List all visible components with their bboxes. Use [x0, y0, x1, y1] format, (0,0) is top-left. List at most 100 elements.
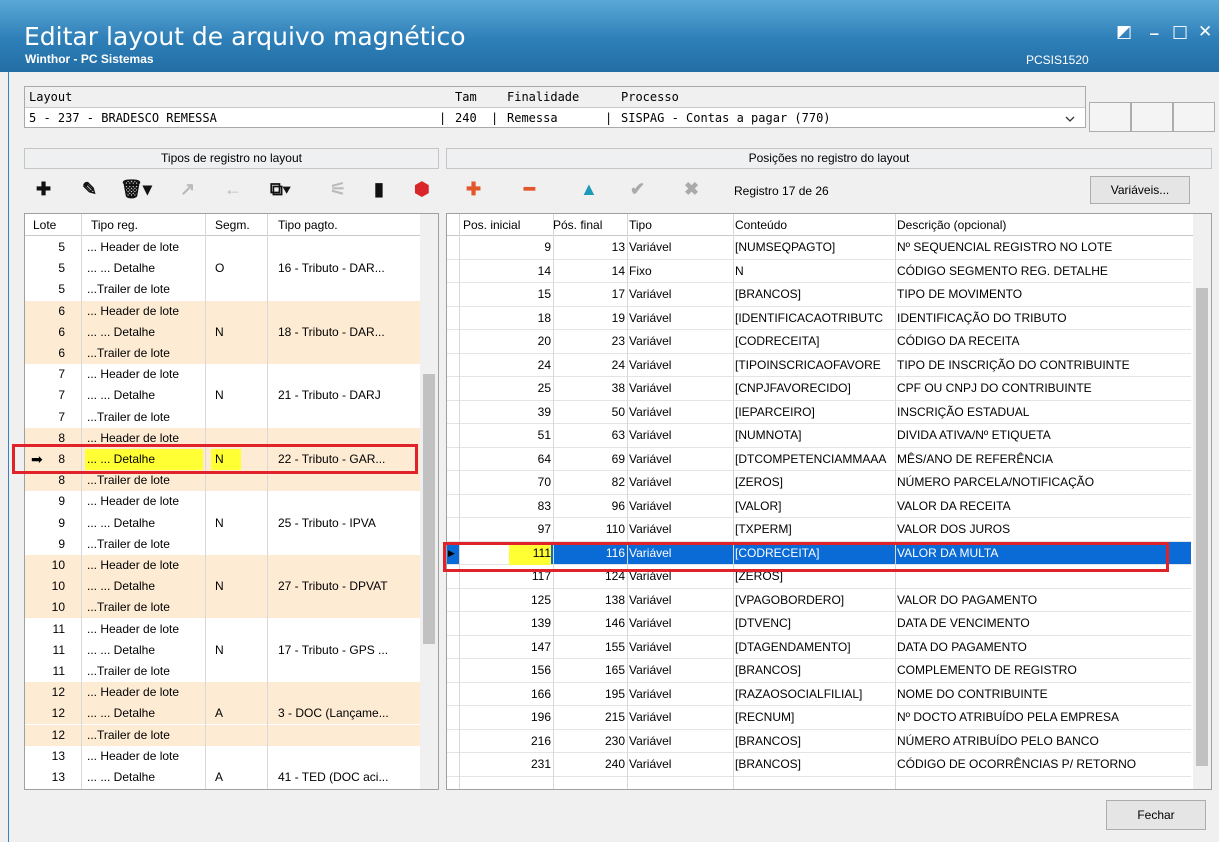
record-type-row[interactable]: 6 ... ... Detalhe N 18 - Tributo - DAR... [25, 321, 420, 343]
close-window-button[interactable]: ✕ [1198, 22, 1212, 42]
position-row[interactable]: 20 23 Variável [CODRECEITA] CÓDIGO DA RECEIT… [447, 330, 1191, 354]
record-type-row[interactable]: 13 ... ... Detalhe A 41 - TED (DOC aci... [25, 767, 420, 788]
cell-lote: 9 [58, 515, 65, 530]
col-pos-final[interactable]: Pós. final [553, 218, 602, 232]
minimize-button[interactable]: _ [1150, 16, 1159, 36]
toolbar-button-2[interactable] [1131, 102, 1173, 132]
col-tipo[interactable]: Tipo [629, 218, 652, 232]
move-up-icon[interactable]: ▲ [580, 179, 598, 199]
cell-ini: 97 [537, 522, 551, 536]
record-type-row[interactable]: 9 ... ... Detalhe N 25 - Tributo - IPVA [25, 513, 420, 534]
tree-icon[interactable]: ⚟ [330, 179, 346, 199]
remove-position-icon[interactable]: ━ [524, 179, 535, 199]
add-position-icon[interactable]: ✚ [466, 179, 481, 199]
record-type-row[interactable]: 7 ... Header de lote [25, 364, 420, 385]
right-scrollbar-thumb[interactable] [1196, 288, 1208, 766]
cell-ini: 64 [537, 451, 551, 466]
record-type-row[interactable]: 5 ... ... Detalhe O 16 - Tributo - DAR... [25, 258, 420, 279]
record-type-row[interactable]: 10 ... ... Detalhe N 27 - Tributo - DPVAT [25, 576, 420, 598]
position-row[interactable]: 196 215 Variável [RECNUM] Nº DOCTO ATRIBUÍDO… [447, 706, 1191, 730]
positions-grid[interactable]: Pos. inicial Pós. final Tipo Conteúdo De… [446, 213, 1212, 790]
cancel-icon[interactable]: ✖ [684, 179, 699, 199]
cell-segm: A [215, 706, 224, 721]
cell-desc: DATA DO PAGAMENTO [897, 639, 1027, 654]
record-type-row[interactable]: 10 ...Trailer de lote [25, 597, 420, 619]
record-type-row[interactable]: 10 ... Header de lote [25, 555, 420, 576]
cell-cont: [CNPJFAVORECIDO] [735, 381, 851, 395]
confirm-icon[interactable]: ✔ [630, 179, 645, 199]
toolbar-button-1[interactable] [1089, 102, 1131, 132]
col-conteudo[interactable]: Conteúdo [735, 218, 787, 232]
cell-fim: 13 [611, 240, 625, 254]
position-row[interactable]: 64 69 Variável [DTCOMPETENCIAMMAAA MÊS/ANO D… [447, 448, 1191, 471]
record-types-grid[interactable]: Lote Tipo reg. Segm. Tipo pagto. 5 ... He… [24, 213, 439, 790]
delete-icon[interactable]: 🗑▾ [120, 179, 152, 199]
record-type-row[interactable]: 6 ...Trailer de lote [25, 343, 420, 364]
position-row[interactable]: 9 13 Variável [NUMSEQPAGTO] Nº SEQUENCIAL RE… [447, 236, 1191, 260]
cell-lote: 13 [51, 748, 65, 763]
copy-icon[interactable]: ⧉▾ [270, 179, 290, 199]
position-row[interactable]: 51 63 Variável [NUMNOTA] DIVIDA ATIVA/Nº ETI… [447, 424, 1191, 448]
left-scrollbar[interactable] [420, 214, 438, 789]
toolbar-button-3[interactable] [1173, 102, 1215, 132]
col-tipo-reg[interactable]: Tipo reg. [91, 218, 138, 232]
cell-tipo: ... Header de lote [87, 494, 180, 509]
position-row[interactable]: 39 50 Variável [IEPARCEIRO] INSCRIÇÃO ESTADU… [447, 401, 1191, 424]
cell-segm: N [215, 388, 224, 403]
position-row[interactable]: 156 165 Variável [BRANCOS] COMPLEMENTO DE RE… [447, 659, 1191, 683]
position-row[interactable]: 125 138 Variável [VPAGOBORDERO] VALOR DO PAG… [447, 589, 1191, 612]
position-row[interactable]: 166 195 Variável [RAZAOSOCIALFILIAL] NOME DO… [447, 683, 1191, 706]
record-type-row[interactable]: 12 ... ... Detalhe A 3 - DOC (Lançame... [25, 703, 420, 725]
back-icon[interactable]: ← [224, 179, 242, 199]
col-descricao[interactable]: Descrição (opcional) [897, 218, 1006, 232]
processo-value: SISPAG - Contas a pagar (770) [621, 111, 831, 125]
position-row[interactable]: 139 146 Variável [DTVENC] DATA DE VENCIMENTO [447, 612, 1191, 636]
alert-icon[interactable]: ⬢ [414, 179, 430, 199]
left-scrollbar-thumb[interactable] [423, 374, 435, 644]
cell-tipo: Variável [629, 686, 672, 701]
cell-cont: [ZEROS] [735, 475, 784, 489]
close-button[interactable]: Fechar [1106, 800, 1206, 830]
record-type-row[interactable]: 11 ...Trailer de lote [25, 661, 420, 682]
position-row[interactable]: 147 155 Variável [DTAGENDAMENTO] DATA DO PAG… [447, 636, 1191, 659]
record-type-row[interactable]: 5 ...Trailer de lote [25, 279, 420, 300]
position-row[interactable]: 18 19 Variável [IDENTIFICACAOTRIBUTC IDENTIF… [447, 307, 1191, 330]
record-type-row[interactable]: 9 ... Header de lote [25, 491, 420, 512]
record-type-row[interactable]: 7 ... ... Detalhe N 21 - Tributo - DARJ [25, 385, 420, 406]
record-type-row[interactable]: 6 ... Header de lote [25, 300, 420, 322]
position-row[interactable]: 70 82 Variável [ZEROS] NÚMERO PARCELA/NOTIFI… [447, 471, 1191, 495]
cell-tipo: Variável [629, 357, 672, 372]
edit-icon[interactable]: ✎ [82, 179, 97, 199]
position-row[interactable]: 83 96 Variável [VALOR] VALOR DA RECEITA [447, 495, 1191, 518]
maximize-button[interactable]: □ [1172, 22, 1188, 42]
position-row[interactable]: 97 110 Variável [TXPERM] VALOR DOS JUROS [447, 518, 1191, 542]
position-row[interactable]: 14 14 Fixo N CÓDIGO SEGMENTO REG. DETALHE [447, 260, 1191, 283]
add-icon[interactable]: ✚ [36, 179, 51, 199]
record-type-row[interactable]: 7 ...Trailer de lote [25, 407, 420, 428]
record-type-row[interactable]: 13 ... Header de lote [25, 746, 420, 767]
paste-icon[interactable]: ▮ [374, 179, 384, 199]
record-type-row[interactable]: 5 ... Header de lote [25, 237, 420, 258]
right-scrollbar[interactable] [1193, 214, 1211, 789]
record-type-row[interactable]: 12 ... Header de lote [25, 682, 420, 704]
record-type-row[interactable]: 12 ...Trailer de lote [25, 724, 420, 746]
col-segm[interactable]: Segm. [215, 218, 250, 232]
variables-button[interactable]: Variáveis... [1090, 176, 1190, 204]
cell-ini: 20 [537, 334, 551, 348]
position-row[interactable]: 216 230 Variável [BRANCOS] NÚMERO ATRIBUÍDO … [447, 730, 1191, 753]
cell-desc: NOME DO CONTRIBUINTE [897, 686, 1048, 701]
record-type-row[interactable]: 11 ... ... Detalhe N 17 - Tributo - GPS ... [25, 640, 420, 661]
chevron-down-icon[interactable] [1065, 116, 1075, 123]
restore-icon[interactable]: ◩ [1116, 22, 1132, 42]
position-row[interactable]: 15 17 Variável [BRANCOS] TIPO DE MOVIMENTO [447, 283, 1191, 307]
record-type-row[interactable]: 11 ... Header de lote [25, 619, 420, 640]
position-row[interactable]: 25 38 Variável [CNPJFAVORECIDO] CPF OU CNPJ … [447, 377, 1191, 401]
record-type-row[interactable]: 9 ...Trailer de lote [25, 534, 420, 555]
position-row[interactable]: 24 24 Variável [TIPOINSCRICAOFAVORE TIPO DE … [447, 354, 1191, 377]
col-tipo-pagto[interactable]: Tipo pagto. [278, 218, 338, 232]
layout-combobox[interactable]: Layout Tam Finalidade Processo 5 - 237 -… [24, 86, 1086, 128]
col-lote[interactable]: Lote [33, 218, 56, 232]
position-row[interactable]: 231 240 Variável [BRANCOS] CÓDIGO DE OCORRÊN… [447, 753, 1191, 777]
col-pos-inicial[interactable]: Pos. inicial [463, 218, 520, 232]
move-up-icon[interactable]: ↗ [180, 179, 195, 199]
